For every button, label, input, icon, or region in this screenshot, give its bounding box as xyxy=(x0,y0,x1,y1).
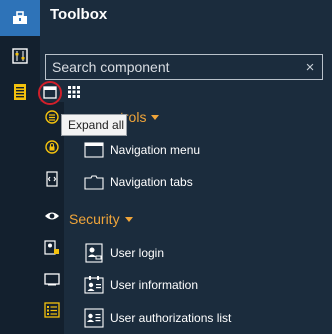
item-label: Navigation menu xyxy=(110,143,201,157)
list-item[interactable]: User login xyxy=(84,242,164,264)
sliders-icon xyxy=(12,48,28,64)
caret-down-icon xyxy=(124,216,133,222)
rail-settings-button[interactable] xyxy=(0,38,40,74)
category-label: Security xyxy=(69,211,120,227)
search-input[interactable]: Search component xyxy=(46,59,298,75)
document-list-icon xyxy=(14,84,26,100)
toolbox-icon xyxy=(13,11,27,24)
list-item[interactable]: Navigation tabs xyxy=(84,171,193,193)
lock-tool-icon[interactable] xyxy=(44,139,60,155)
toolbox-app: Toolbox Search component × trols Expand … xyxy=(0,0,332,334)
category-security-header[interactable]: Security xyxy=(69,211,133,227)
item-label: Navigation tabs xyxy=(110,175,193,189)
item-label: User login xyxy=(110,246,165,260)
highlight-circle xyxy=(38,81,62,105)
user-list-icon xyxy=(84,308,104,328)
list-item[interactable]: Navigation menu xyxy=(84,139,200,161)
expand-all-tooltip: Expand all xyxy=(61,114,127,136)
grid-view-button[interactable] xyxy=(66,84,82,100)
item-label: User authorizations list xyxy=(110,311,232,325)
frame-tool-icon[interactable] xyxy=(44,271,60,287)
rail-document-button[interactable] xyxy=(0,74,40,110)
left-rail xyxy=(0,0,40,334)
user-info-icon xyxy=(84,275,104,295)
checklist-tool-icon[interactable] xyxy=(44,302,60,318)
search-field[interactable]: Search component × xyxy=(45,54,323,80)
eye-tool-icon[interactable] xyxy=(44,208,60,224)
item-label: User information xyxy=(110,278,199,292)
list-item[interactable]: User authorizations list xyxy=(84,307,231,329)
panel-title: Toolbox xyxy=(50,6,108,23)
list-item[interactable]: User information xyxy=(84,274,198,296)
user-card-icon xyxy=(84,243,104,263)
list-tool-icon[interactable] xyxy=(44,109,60,125)
rail-toolbox-button[interactable] xyxy=(0,0,40,36)
user-lock-tool-icon[interactable] xyxy=(44,240,60,256)
window-icon xyxy=(84,140,104,160)
grid-icon xyxy=(68,86,80,98)
folder-tabs-icon xyxy=(84,172,104,192)
script-tool-icon[interactable] xyxy=(44,171,60,187)
clear-search-icon[interactable]: × xyxy=(298,59,322,76)
caret-down-icon xyxy=(151,114,160,120)
